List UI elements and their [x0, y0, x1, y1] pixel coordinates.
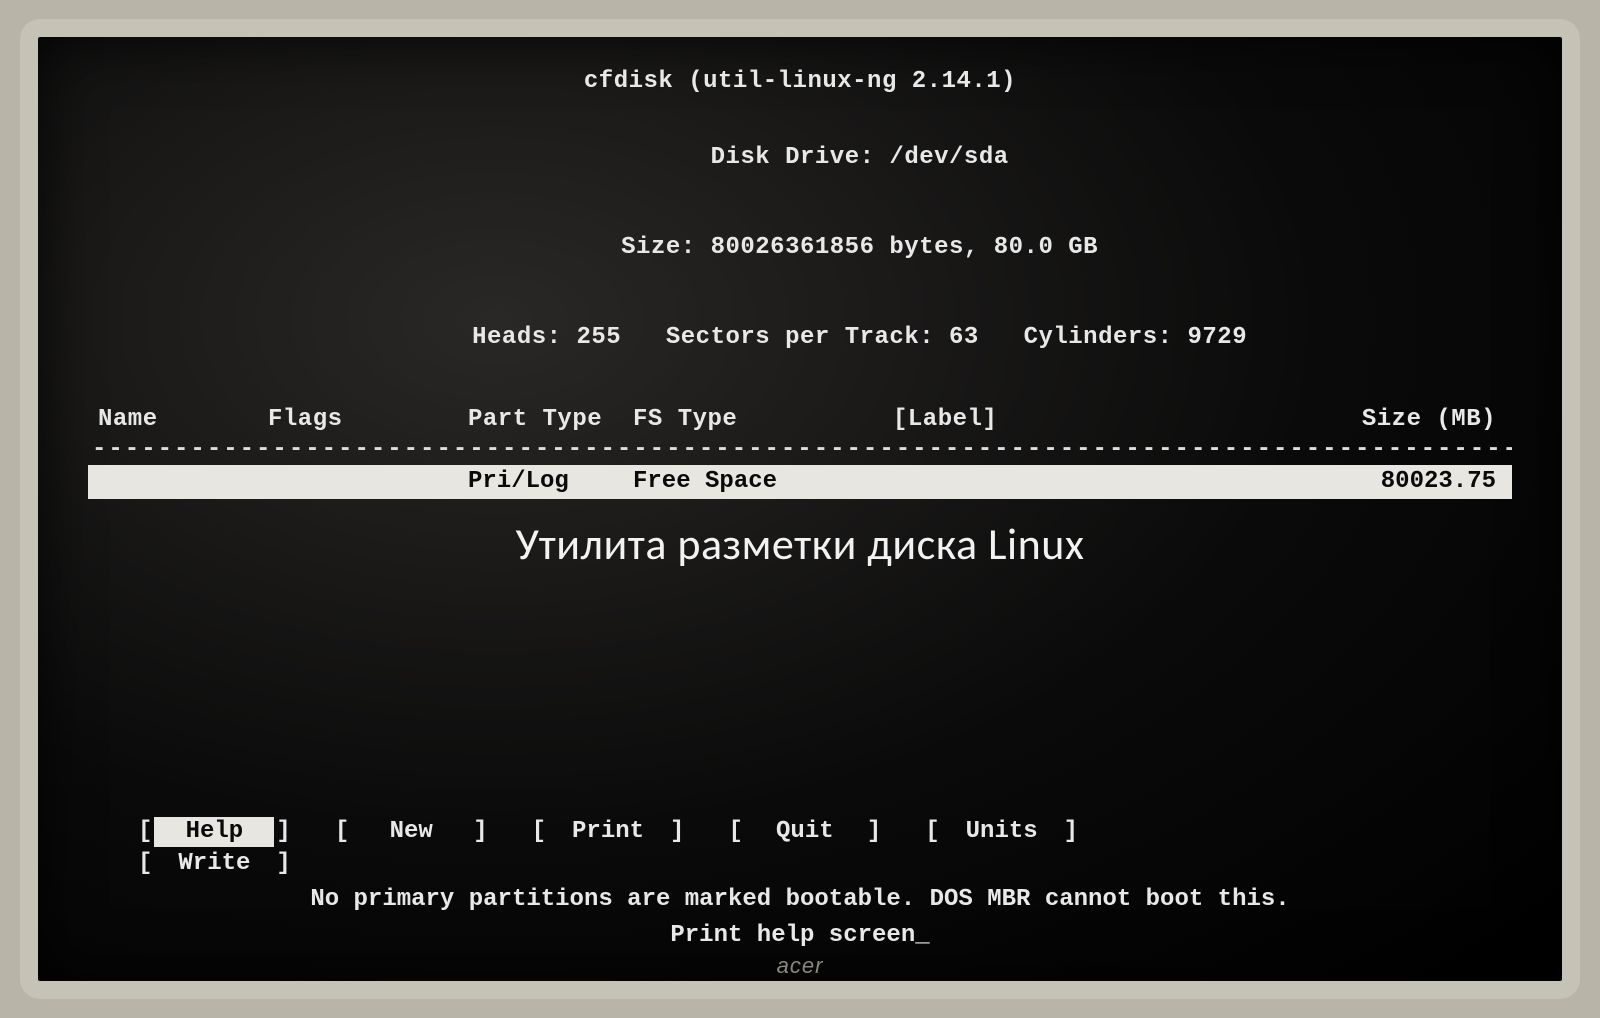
menu-write[interactable]: [Write] — [136, 849, 293, 879]
bracket-open-icon: [ — [136, 817, 154, 847]
monitor-brand: acer — [777, 953, 824, 979]
table-row[interactable]: Pri/LogFree Space 80023.75 — [88, 465, 1512, 499]
menu-row-2: [Write] — [136, 849, 1492, 879]
monitor-frame: cfdisk (util-linux-ng 2.14.1) Disk Drive… — [20, 19, 1580, 999]
menu-new[interactable]: [New] — [333, 817, 490, 847]
col-fstype-header: FS Type — [633, 405, 893, 435]
bracket-close-icon: ] — [274, 849, 292, 879]
col-label-header: [Label] — [893, 405, 1153, 435]
bracket-open-icon: [ — [726, 817, 744, 847]
col-ptype-header: Part Type — [468, 405, 633, 435]
col-size-header: Size (MB) — [1153, 405, 1502, 435]
partition-rows: Pri/LogFree Space 80023.75 — [88, 465, 1512, 499]
menu-area: [Help][New][Print][Quit][Units] [Write] … — [108, 817, 1492, 951]
menu-quit[interactable]: [Quit] — [726, 817, 883, 847]
columns-header: Name Flags Part Type FS Type [Label] Siz… — [88, 401, 1512, 435]
menu-print[interactable]: [Print] — [530, 817, 687, 847]
menu-units[interactable]: [Units] — [923, 817, 1080, 847]
cell-flags — [268, 467, 468, 497]
status-warning: No primary partitions are marked bootabl… — [108, 885, 1492, 915]
cell-label — [893, 467, 1153, 497]
menu-label: Write — [154, 849, 274, 879]
overlay-caption: Утилита разметки диска Linux — [38, 517, 1562, 572]
menu-label: Quit — [745, 817, 865, 847]
col-name-header: Name — [98, 405, 268, 435]
header-separator: ----------------------------------------… — [88, 435, 1512, 465]
bracket-close-icon: ] — [1062, 817, 1080, 847]
bracket-open-icon: [ — [923, 817, 941, 847]
bracket-close-icon: ] — [471, 817, 489, 847]
disk-size-line: Size: 80026361856 bytes, 80.0 GB — [88, 203, 1512, 293]
menu-help[interactable]: [Help] — [136, 817, 293, 847]
cell-name — [98, 467, 268, 497]
bracket-close-icon: ] — [668, 817, 686, 847]
bracket-open-icon: [ — [530, 817, 548, 847]
header-block: cfdisk (util-linux-ng 2.14.1) Disk Drive… — [88, 67, 1512, 383]
disk-drive-line: Disk Drive: /dev/sda — [88, 113, 1512, 203]
terminal-screen: cfdisk (util-linux-ng 2.14.1) Disk Drive… — [38, 37, 1562, 981]
geometry-line: Heads: 255 Sectors per Track: 63 Cylinde… — [88, 293, 1512, 383]
bracket-close-icon: ] — [865, 817, 883, 847]
menu-row-1: [Help][New][Print][Quit][Units] — [136, 817, 1492, 847]
menu-label: Units — [942, 817, 1062, 847]
cell-size: 80023.75 — [1153, 467, 1502, 497]
cell-part_type: Pri/Log — [468, 467, 633, 497]
bracket-close-icon: ] — [274, 817, 292, 847]
menu-label: New — [351, 817, 471, 847]
bracket-open-icon: [ — [333, 817, 351, 847]
menu-label: Print — [548, 817, 668, 847]
col-flags-header: Flags — [268, 405, 468, 435]
bracket-open-icon: [ — [136, 849, 154, 879]
status-hint: Print help screen — [108, 921, 1492, 951]
menu-label: Help — [154, 817, 274, 847]
app-title: cfdisk (util-linux-ng 2.14.1) — [88, 67, 1512, 97]
cell-fs_type: Free Space — [633, 467, 893, 497]
